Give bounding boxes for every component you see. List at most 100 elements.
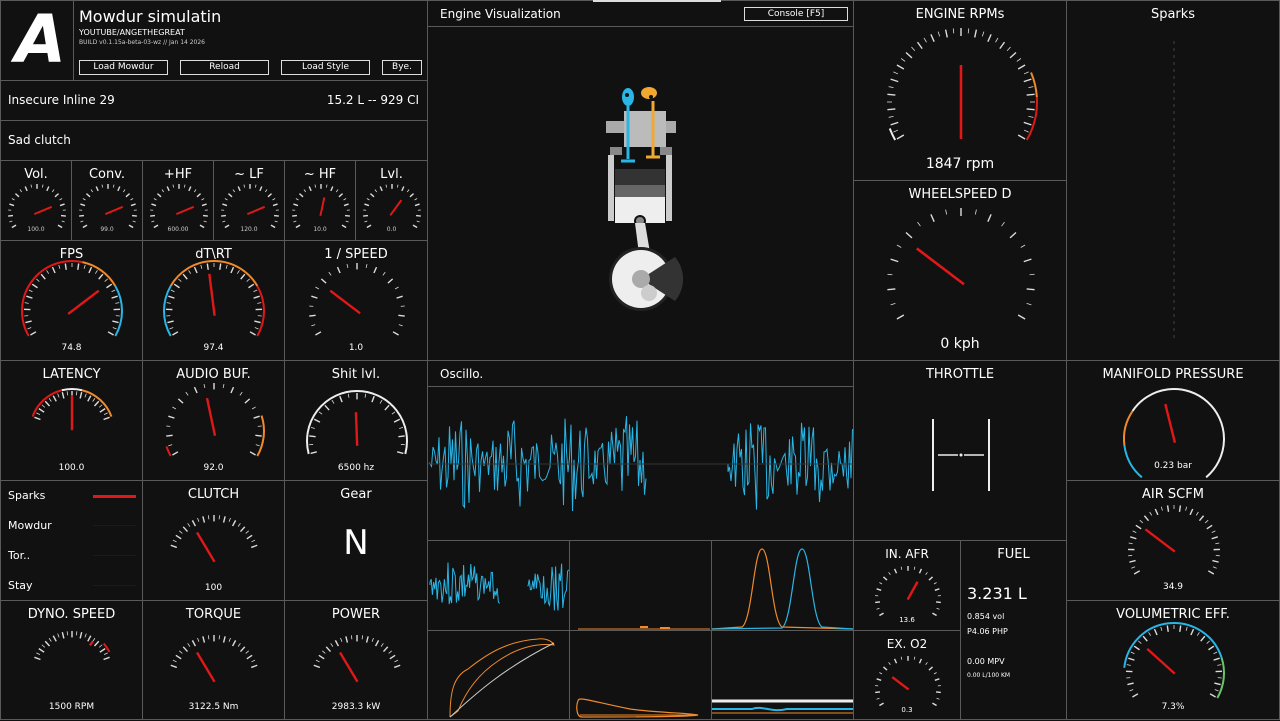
indicator-sparks-label: Sparks (8, 489, 45, 502)
indicator-stay-label: Stay (8, 579, 33, 592)
manifold-pressure-value: 0.23 bar (1067, 461, 1279, 471)
small-gauge-value: 99.0 (72, 226, 142, 233)
gauge-needle (917, 248, 964, 284)
scope-peaks-waveform (712, 541, 853, 630)
air-scfm-panel: AIR SCFM 34.9 (1066, 480, 1280, 601)
gauge-needle (34, 207, 51, 214)
app-logo: A (1, 1, 74, 81)
indicators-panel: Sparks Mowdur Tor.. Stay (0, 480, 143, 601)
gauge-needle (330, 291, 360, 314)
indicator-tor-bar (93, 555, 136, 556)
gauge-needle (320, 197, 324, 215)
gauge-needle (247, 207, 264, 214)
gauge-needle (908, 582, 918, 600)
scope-flat-panel (569, 540, 712, 631)
gauge-needle (105, 207, 122, 214)
small-gauge-value: 10.0 (285, 226, 355, 233)
scope-curve-panel (427, 630, 570, 720)
gauge-needle (68, 291, 99, 314)
scope-audio-waveform (428, 541, 569, 630)
scope-flat-waveform (570, 541, 711, 630)
fuel-vol: 0.854 vol (967, 612, 1004, 621)
o2-panel: EX. O2 0.3 (853, 630, 961, 720)
sparks-track (1173, 41, 1175, 341)
fuel-lkm: 0.00 L/100 KM (967, 672, 1010, 679)
reload-button[interactable]: Reload (180, 60, 269, 75)
small-gauge-panel-1: Conv.99.0 (71, 160, 143, 241)
engine-info-panel: Insecure Inline 29 15.2 L -- 929 CI (0, 80, 428, 121)
scope-audio-panel (427, 540, 570, 631)
dtrt-value: 97.4 (143, 343, 284, 353)
dyno-speed-value: 1500 RPM (1, 702, 142, 712)
fps-panel: FPS 74.8 (0, 240, 143, 361)
gauge-ticks (875, 566, 941, 616)
oscilloscope-panel: Oscillo. (427, 360, 854, 541)
engine-displacement: 15.2 L -- 929 CI (327, 93, 419, 107)
wheelspeed-panel: WHEELSPEED D 0 kph (853, 180, 1067, 361)
gauge-needle (197, 533, 214, 562)
engine-rpm-panel: ENGINE RPMs 1847 rpm (853, 0, 1067, 181)
sparks-panel: Sparks (1066, 0, 1280, 361)
transmission-panel: Sad clutch (0, 120, 428, 161)
engine-visualization-panel: Engine Visualization Console [F5] (427, 0, 854, 361)
speed-panel: 1 / SPEED 1.0 (284, 240, 428, 361)
gauge-ticks (1128, 505, 1220, 574)
shit-level-panel: Shit lvl. 6500 hz (284, 360, 428, 481)
app-title: Mowdur simulatin (79, 7, 221, 26)
build-info: BUILD v0.1.15a-beta-03-wz // Jan 14 2026 (79, 39, 205, 46)
speed-value: 1.0 (285, 343, 427, 353)
gear-value: N (285, 523, 427, 563)
power-panel: POWER 2983.3 kW (284, 600, 428, 720)
small-gauge-panel-4: ~ HF10.0 (284, 160, 356, 241)
intake-cam-icon (622, 88, 634, 106)
load-mowdur-button[interactable]: Load Mowdur (79, 60, 168, 75)
scope-lines-graph (712, 631, 853, 719)
dyno-speed-panel: DYNO. SPEED 1500 RPM (0, 600, 143, 720)
fuel-amount: 3.231 L (967, 584, 1027, 603)
small-gauge-value: 120.0 (214, 226, 284, 233)
gauge-ticks (166, 383, 261, 455)
gauge-ticks (314, 635, 400, 667)
indicator-stay-bar (93, 585, 136, 586)
indicator-mowdur-label: Mowdur (8, 519, 52, 532)
clutch-panel: CLUTCH 100 (142, 480, 285, 601)
small-gauge-value: 600.00 (143, 226, 213, 233)
gauge-needle (1145, 529, 1174, 551)
exit-button[interactable]: Bye. (382, 60, 422, 75)
gauge-ticks (221, 184, 279, 228)
throttle-panel: THROTTLE (853, 360, 1067, 541)
scope-loop-graph (570, 631, 711, 719)
gauge-needle (390, 200, 401, 215)
oscilloscope-waveform (428, 389, 853, 539)
wheelspeed-gauge (854, 181, 1068, 362)
gauge-ticks (171, 635, 257, 667)
small-gauge-value: 0.0 (356, 226, 427, 233)
wheelspeed-value: 0 kph (854, 336, 1066, 352)
air-scfm-value: 34.9 (1067, 582, 1279, 592)
indicator-tor-label: Tor.. (8, 549, 30, 562)
engine-rpm-gauge (854, 1, 1068, 182)
gauge-ticks (875, 656, 941, 706)
clutch-value: 100 (143, 583, 284, 593)
small-gauge-panel-2: +HF600.00 (142, 160, 214, 241)
gauge-ticks (887, 208, 1034, 319)
shit-level-value: 6500 hz (285, 463, 427, 473)
scope-curve-graph (428, 631, 569, 719)
gauge-ticks (363, 184, 421, 228)
load-style-button[interactable]: Load Style (281, 60, 370, 75)
indicator-mowdur-bar (93, 525, 136, 526)
small-gauge-panel-3: ~ LF120.0 (213, 160, 285, 241)
header-panel: A Mowdur simulatin YOUTUBE/ANGETHEGREAT … (0, 0, 428, 81)
throttle-graphic (854, 361, 1068, 542)
indicator-sparks-bar (93, 495, 136, 498)
gear-label: Gear (285, 487, 427, 502)
o2-value: 0.3 (854, 706, 960, 714)
engine-name: Insecure Inline 29 (8, 93, 115, 107)
scope-peaks-panel (711, 540, 854, 631)
gauge-needle (207, 398, 215, 436)
gear-panel: Gear N (284, 480, 428, 601)
gauge-needle (1147, 649, 1174, 674)
gauge-ticks (79, 184, 137, 228)
power-value: 2983.3 kW (285, 702, 427, 712)
gauge-needle (340, 653, 357, 682)
